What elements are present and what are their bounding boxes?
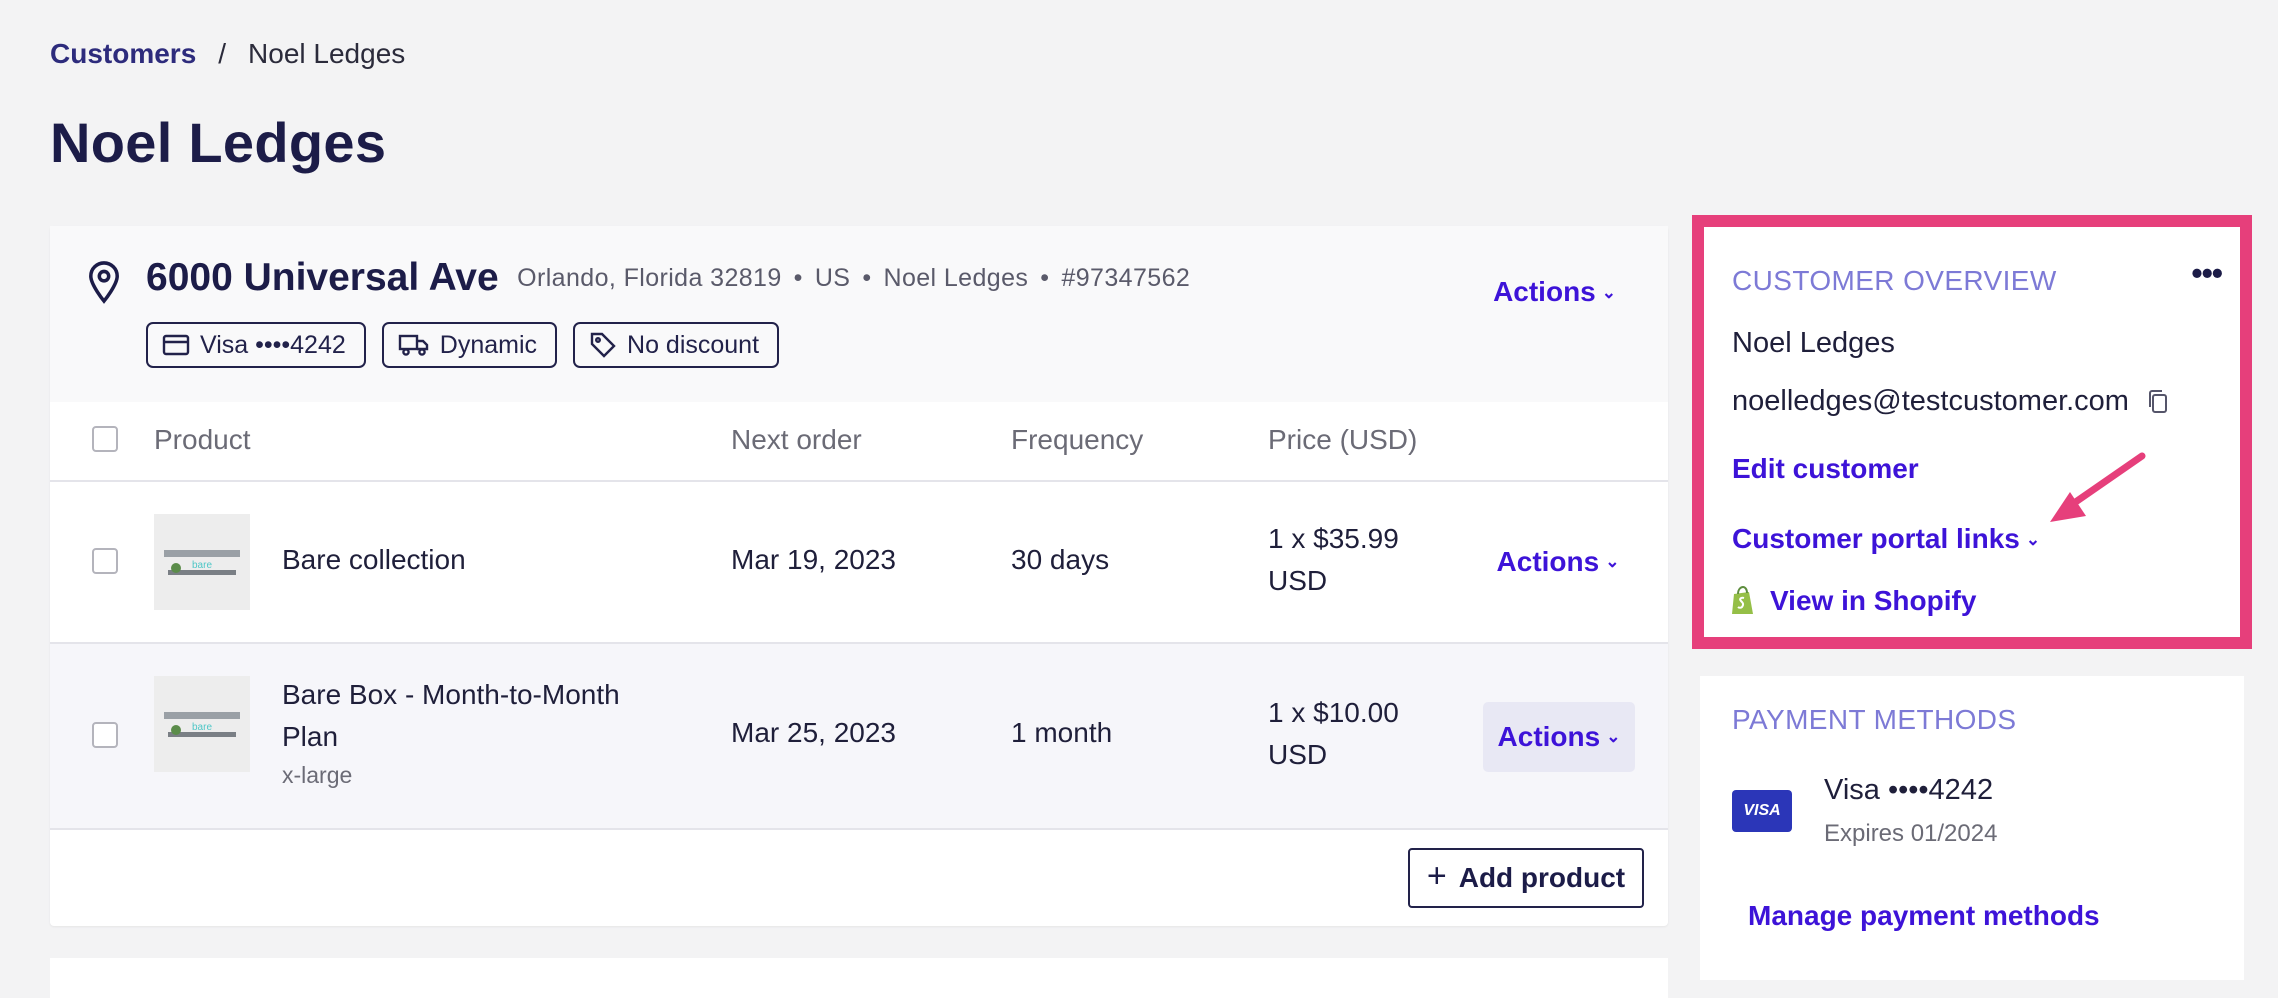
edit-customer-link[interactable]: Edit customer <box>1732 453 1919 485</box>
separator-dot: • <box>862 263 872 292</box>
product-thumbnail: bare <box>154 676 250 772</box>
customer-portal-links-label: Customer portal links <box>1732 523 2020 554</box>
payment-card-expiry: Expires 01/2024 <box>1824 820 1998 847</box>
order-id: #97347562 <box>1061 263 1191 292</box>
payment-chip[interactable]: Visa ••••4242 <box>146 322 366 368</box>
plus-icon: + <box>1426 856 1447 895</box>
customer-email-text: noelledges@testcustomer.com <box>1732 385 2129 417</box>
view-in-shopify-link[interactable]: View in Shopify <box>1730 585 1976 617</box>
shipping-chip[interactable]: Dynamic <box>381 322 558 368</box>
customer-overview-title: CUSTOMER OVERVIEW <box>1732 265 2057 296</box>
credit-card-icon <box>162 334 190 356</box>
price-currency: USD <box>1268 565 1328 596</box>
chevron-down-icon: ⌄ <box>1605 552 1620 571</box>
frequency: 1 month <box>1011 717 1113 748</box>
payment-card-label: Visa ••••4242 <box>1824 774 1994 806</box>
payment-methods-title: PAYMENT METHODS <box>1732 704 2017 735</box>
country: US <box>814 263 851 292</box>
thumb-logo-text: bare <box>192 560 212 571</box>
breadcrumb-current: Noel Ledges <box>248 38 406 69</box>
city-state-zip: Orlando, Florida 32819 <box>517 263 782 292</box>
divider <box>50 480 1668 482</box>
actions-label: Actions <box>1493 276 1596 307</box>
page-title: Noel Ledges <box>50 111 387 174</box>
chevron-down-icon: ⌄ <box>1606 727 1621 746</box>
shipping-chip-label: Dynamic <box>439 330 538 359</box>
column-header-product: Product <box>154 424 251 455</box>
column-header-next-order: Next order <box>731 424 862 455</box>
product-name-line: Bare Box - Month-to-Month <box>282 679 620 710</box>
row-checkbox[interactable] <box>92 548 118 574</box>
add-product-label: Add product <box>1458 862 1626 893</box>
breadcrumb-separator: / <box>218 38 227 69</box>
next-card-edge <box>50 958 1668 998</box>
add-product-button[interactable]: + Add product <box>1408 848 1644 908</box>
customer-name: Noel Ledges <box>1732 327 1895 359</box>
frequency: 30 days <box>1011 544 1110 575</box>
street-address: 6000 Universal Ave <box>146 256 499 299</box>
discount-chip-label: No discount <box>627 330 760 359</box>
product-name[interactable]: Bare Box - Month-to-Month Plan <box>282 674 620 758</box>
breadcrumb-customers-link[interactable]: Customers <box>50 38 196 69</box>
customer-overview-panel: CUSTOMER OVERVIEW ••• Noel Ledges noelle… <box>1692 215 2252 649</box>
separator-dot: • <box>793 263 803 292</box>
price-amount: 1 x $35.99 <box>1268 523 1399 554</box>
subscription-header: 6000 Universal Ave Orlando, Florida 3281… <box>50 226 1668 402</box>
customer-name: Noel Ledges <box>883 263 1029 292</box>
view-in-shopify-label: View in Shopify <box>1770 585 1977 616</box>
chevron-down-icon: ⌄ <box>1601 283 1616 302</box>
annotation-arrow-icon <box>2050 452 2146 522</box>
visa-card-icon: VISA <box>1732 790 1792 832</box>
breadcrumb: Customers / Noel Ledges <box>50 38 405 70</box>
divider <box>50 828 1668 830</box>
next-order-date: Mar 25, 2023 <box>731 717 896 748</box>
address-line: 6000 Universal Ave Orlando, Florida 3281… <box>146 256 1190 300</box>
row-checkbox[interactable] <box>92 722 118 748</box>
address-meta: Orlando, Florida 32819 • US • Noel Ledges • #9… <box>517 264 1190 292</box>
price: 1 x $35.99 USD <box>1268 518 1399 602</box>
shopify-icon <box>1732 586 1753 614</box>
actions-label: Actions <box>1496 546 1600 577</box>
actions-label: Actions <box>1497 721 1601 752</box>
product-name[interactable]: Bare collection <box>282 539 466 581</box>
subscription-card: 6000 Universal Ave Orlando, Florida 3281… <box>50 226 1668 926</box>
truck-icon <box>398 334 428 356</box>
thumb-logo-text: bare <box>192 722 212 733</box>
more-options-icon[interactable]: ••• <box>2191 255 2223 292</box>
subscription-actions-button[interactable]: Actions ⌄ <box>1493 276 1616 308</box>
price-amount: 1 x $10.00 <box>1268 697 1399 728</box>
separator-dot: • <box>1040 263 1050 292</box>
copy-icon[interactable] <box>2147 389 2169 415</box>
product-thumbnail: bare <box>154 514 250 610</box>
payment-chip-label: Visa ••••4242 <box>200 330 346 359</box>
manage-payment-methods-link[interactable]: Manage payment methods <box>1748 900 2100 932</box>
location-pin-icon <box>86 260 122 309</box>
price: 1 x $10.00 USD <box>1268 692 1399 776</box>
price-currency: USD <box>1268 739 1328 770</box>
row-actions-button[interactable]: Actions ⌄ <box>1483 702 1635 772</box>
column-header-price: Price (USD) <box>1268 424 1418 455</box>
row-actions-button[interactable]: Actions ⌄ <box>1482 542 1634 582</box>
column-header-frequency: Frequency <box>1011 424 1144 455</box>
customer-portal-links-dropdown[interactable]: Customer portal links ⌄ <box>1732 523 2040 555</box>
product-name-line: Plan <box>282 721 339 752</box>
discount-chip[interactable]: No discount <box>573 322 780 368</box>
payment-methods-panel: PAYMENT METHODS VISA Visa ••••4242 Expir… <box>1700 676 2244 980</box>
next-order-date: Mar 19, 2023 <box>731 544 896 575</box>
select-all-checkbox[interactable] <box>92 426 118 452</box>
tag-icon <box>590 332 616 358</box>
subscription-chips: Visa ••••4242 Dynamic No discount <box>146 322 780 368</box>
product-variant: x-large <box>282 762 353 788</box>
customer-email: noelledges@testcustomer.com <box>1732 385 2169 418</box>
